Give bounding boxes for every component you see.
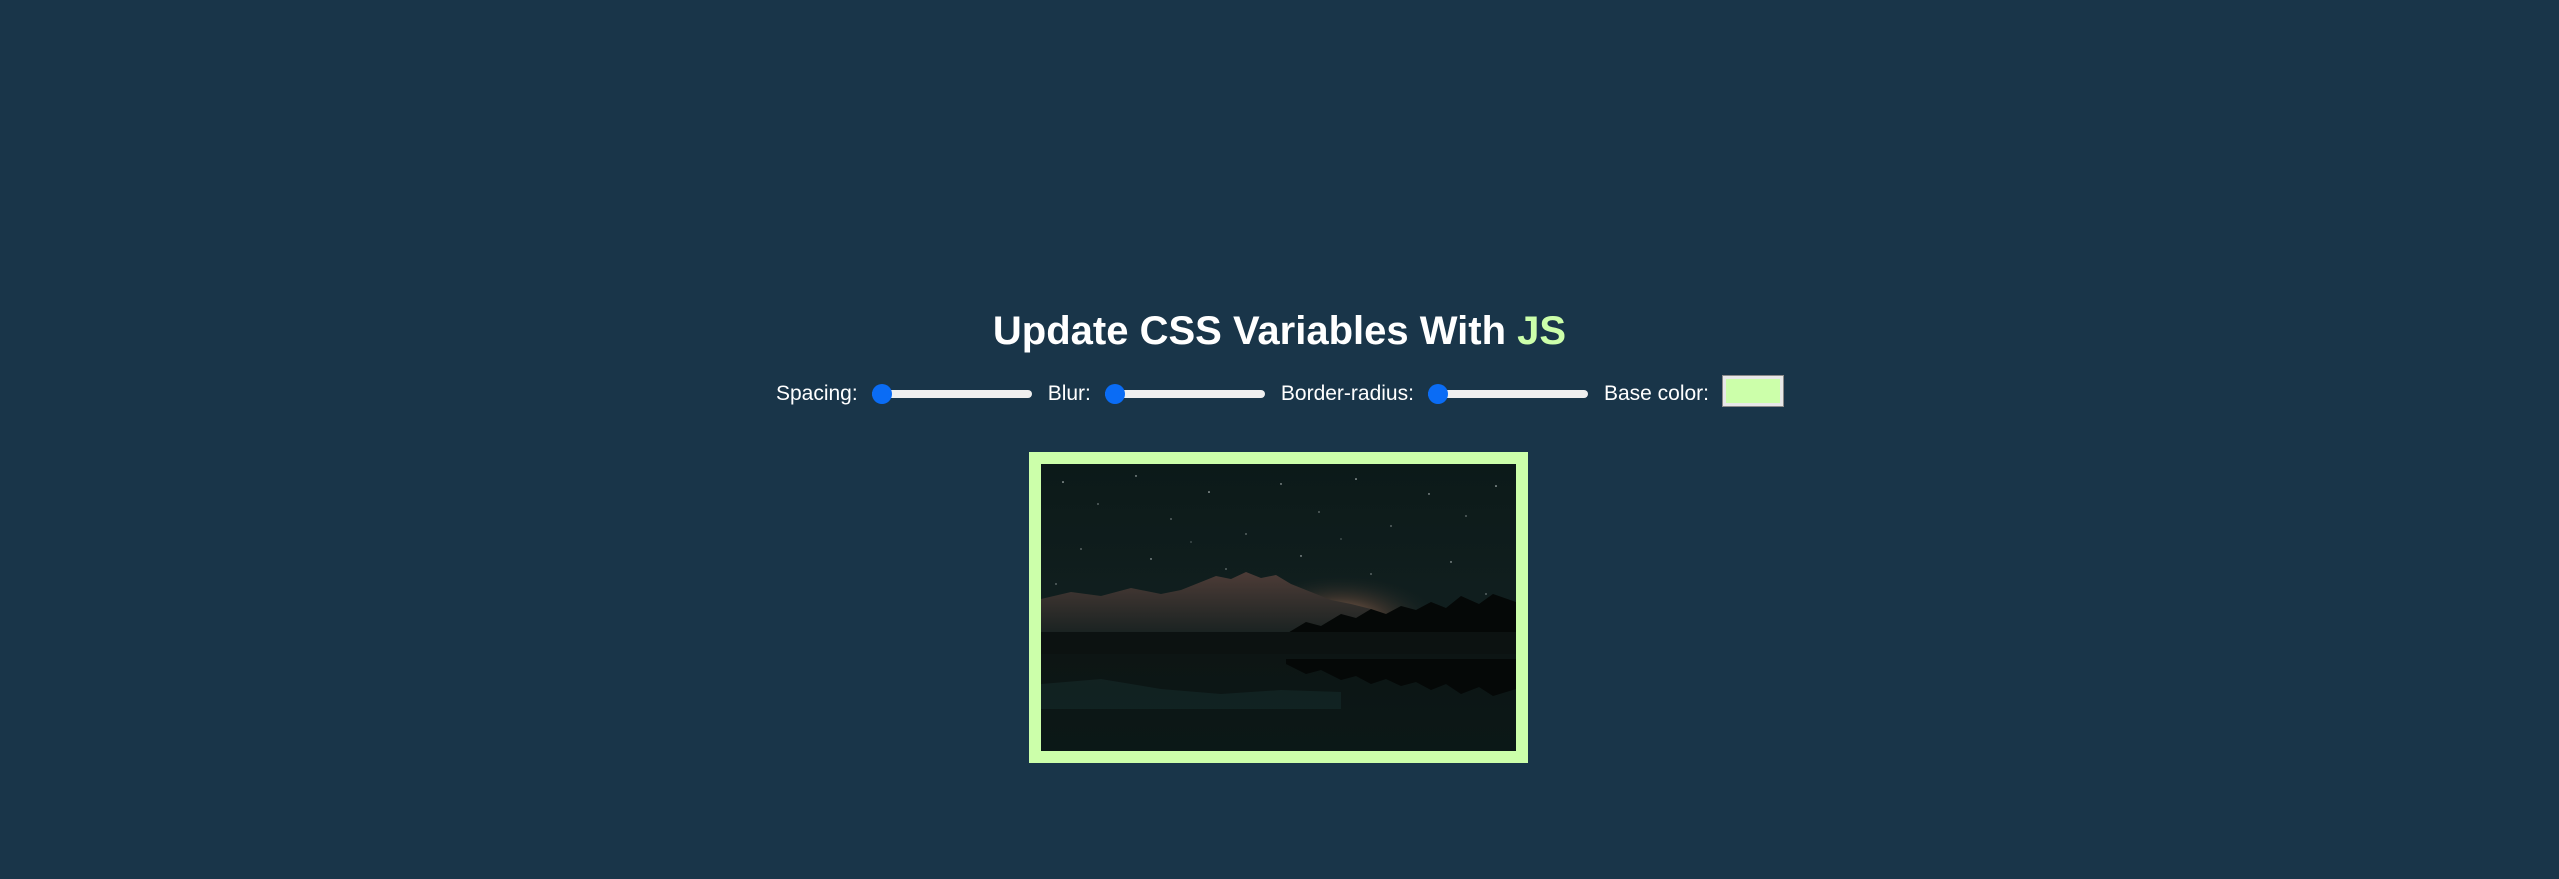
page-title-text: Update CSS Variables With: [992, 309, 1518, 353]
slider-track: [1427, 390, 1588, 398]
page-title: Update CSS Variables With JS: [0, 300, 2559, 362]
slider-thumb[interactable]: [1104, 384, 1125, 404]
landscape-image: [1041, 464, 1516, 751]
blur-slider[interactable]: [1104, 383, 1265, 405]
page-title-highlight: JS: [1517, 309, 1567, 353]
slider-thumb[interactable]: [871, 384, 892, 404]
blur-label: Blur:: [1047, 382, 1091, 405]
image-frame: [1029, 452, 1528, 763]
border-radius-slider[interactable]: [1427, 383, 1588, 405]
spacing-slider[interactable]: [871, 383, 1032, 405]
border-radius-label: Border-radius:: [1280, 382, 1414, 405]
controls-bar: Spacing: Blur: Border-radius: Base color…: [0, 374, 2559, 414]
slider-track: [871, 390, 1032, 398]
spacing-label: Spacing:: [775, 382, 858, 405]
base-color-picker[interactable]: [1722, 375, 1785, 407]
base-color-label: Base color:: [1603, 382, 1710, 405]
slider-track: [1104, 390, 1265, 398]
slider-thumb[interactable]: [1427, 384, 1448, 404]
